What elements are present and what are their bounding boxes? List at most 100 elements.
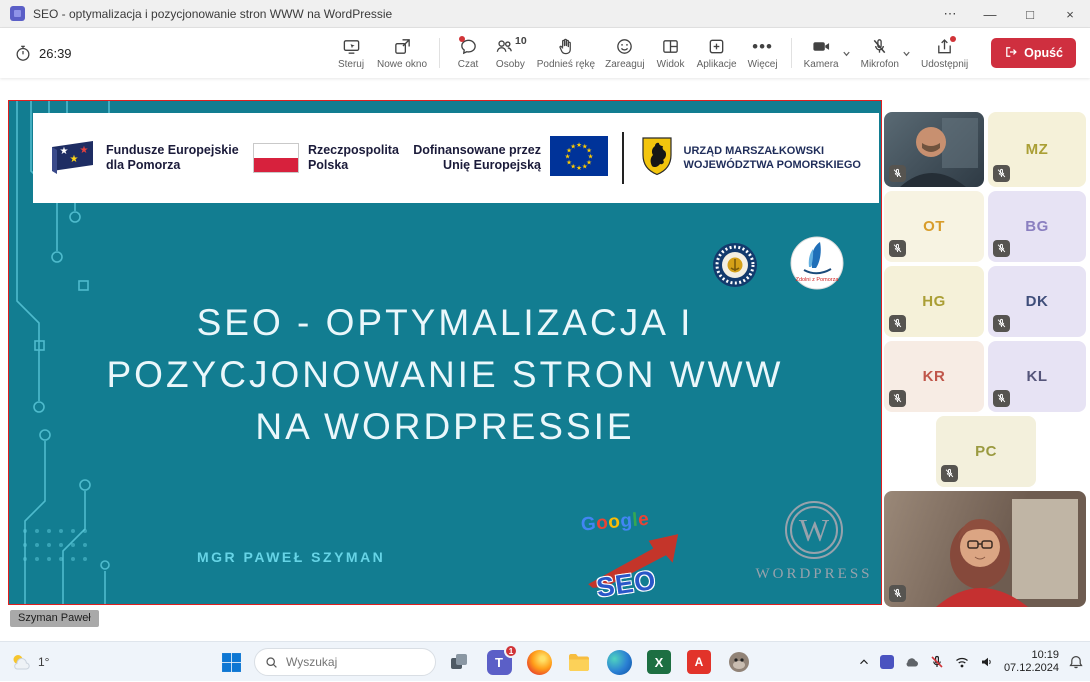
search-input[interactable]: [286, 655, 406, 669]
apps-label: Aplikacje: [697, 59, 737, 70]
taskbar-app-gimp[interactable]: [722, 645, 756, 679]
taskbar-app-acrobat[interactable]: A: [682, 645, 716, 679]
start-button[interactable]: [214, 645, 248, 679]
hidden-icons-chevron[interactable]: [857, 655, 871, 669]
window-titlebar[interactable]: SEO - optymalizacja i pozycjonowanie str…: [0, 0, 1090, 28]
view-button[interactable]: Widok: [650, 30, 692, 76]
google-seo-graphic: Google SEO: [580, 504, 713, 605]
windows-taskbar: 1° T 1: [0, 641, 1090, 681]
participant-tile[interactable]: BG: [988, 191, 1086, 262]
people-icon: [494, 37, 513, 56]
tray-mic-muted-icon[interactable]: [929, 654, 945, 670]
wifi-icon[interactable]: [954, 654, 970, 670]
sail-program-logo: Zdolni z Pomorza: [789, 235, 845, 296]
taskbar-clock[interactable]: 10:19 07.12.2024: [1004, 649, 1059, 675]
funding-text-line2: Unię Europejską: [413, 158, 541, 173]
mic-muted-badge: [993, 165, 1010, 182]
participant-tile[interactable]: KR: [884, 341, 984, 412]
control-button[interactable]: Steruj: [330, 30, 372, 76]
react-button[interactable]: Zareaguj: [600, 30, 649, 76]
apps-plus-icon: [707, 37, 726, 56]
mic-muted-badge: [993, 390, 1010, 407]
poland-text-line2: Polska: [308, 158, 399, 173]
onedrive-icon[interactable]: [903, 654, 920, 670]
mic-muted-badge: [889, 240, 906, 257]
taskbar-app-explorer[interactable]: [562, 645, 596, 679]
window-maximize-button[interactable]: □: [1010, 0, 1050, 28]
mic-muted-badge: [941, 465, 958, 482]
leave-button[interactable]: Opuść: [991, 38, 1076, 68]
participant-tile[interactable]: DK: [988, 266, 1086, 337]
participant-video-woman: [884, 491, 1086, 607]
system-tray: 10:19 07.12.2024: [857, 642, 1084, 682]
view-label: Widok: [657, 59, 685, 70]
share-button[interactable]: Udostępnij: [916, 30, 973, 76]
participant-initials: KL: [1027, 368, 1048, 385]
people-button[interactable]: 10 Osoby: [489, 30, 532, 76]
taskbar-app-excel[interactable]: X: [642, 645, 676, 679]
slide-logo-banner: ★ ★ ★ Fundusze Europejskie dla Pomorza R…: [33, 113, 879, 203]
window-minimize-button[interactable]: —: [970, 0, 1010, 28]
smiley-icon: [615, 37, 634, 56]
svg-text:★: ★: [80, 145, 89, 156]
participant-video-tile[interactable]: [884, 491, 1086, 607]
svg-text:★: ★: [60, 146, 69, 157]
window-more-button[interactable]: ⋯: [930, 0, 970, 28]
weather-widget[interactable]: 1°: [10, 642, 49, 682]
gimp-icon: [727, 650, 751, 674]
participant-tile[interactable]: MZ: [988, 112, 1086, 187]
taskbar-app-teams[interactable]: T 1: [482, 645, 516, 679]
camera-button[interactable]: Kamera: [799, 30, 856, 76]
teams-notification-badge: 1: [504, 644, 518, 658]
microphone-button[interactable]: Mikrofon: [856, 30, 916, 76]
acrobat-icon: A: [687, 650, 711, 674]
taskbar-app-edge[interactable]: [602, 645, 636, 679]
raise-hand-button[interactable]: Podnieś rękę: [532, 30, 600, 76]
volume-icon[interactable]: [979, 654, 995, 670]
wordpress-wordmark: WORDPRESS: [749, 566, 879, 583]
presenter-name-tag: Szyman Paweł: [10, 610, 99, 627]
participant-initials: HG: [922, 293, 946, 310]
taskbar-app-firefox[interactable]: [522, 645, 556, 679]
microphone-chevron-icon[interactable]: [902, 49, 911, 58]
share-screen-icon: [935, 37, 954, 56]
camera-icon: [811, 37, 831, 56]
poland-text-line1: Rzeczpospolita: [308, 143, 399, 158]
mic-muted-badge: [889, 165, 906, 182]
window-close-button[interactable]: ×: [1050, 0, 1090, 28]
participant-tile[interactable]: OT: [884, 191, 984, 262]
slide-title-line1: SEO - OPTYMALIZACJA I: [9, 297, 881, 349]
marshal-text-line2: WOJEWÓDZTWA POMORSKIEGO: [684, 158, 861, 172]
participant-tile[interactable]: PC: [936, 416, 1036, 487]
participant-tile[interactable]: HG: [884, 266, 984, 337]
task-view-icon: [448, 651, 470, 673]
apps-button[interactable]: Aplikacje: [692, 30, 742, 76]
funding-text-line1: Dofinansowane przez: [413, 143, 541, 158]
task-view-button[interactable]: [442, 645, 476, 679]
people-count: 10: [515, 35, 527, 47]
share-label: Udostępnij: [921, 59, 968, 70]
windows-logo-icon: [221, 652, 242, 673]
notifications-bell-icon[interactable]: [1068, 654, 1084, 670]
participant-video-tile[interactable]: [884, 112, 984, 187]
chat-button[interactable]: Czat: [447, 30, 489, 76]
participant-tile[interactable]: KL: [988, 341, 1086, 412]
window-title: SEO - optymalizacja i pozycjonowanie str…: [33, 7, 392, 21]
clock-date: 07.12.2024: [1004, 662, 1059, 675]
eu-funding-block: Dofinansowane przez Unię Europejską ★★★ …: [413, 136, 608, 181]
svg-text:★: ★: [582, 162, 588, 170]
tray-teams-icon[interactable]: [880, 655, 894, 669]
new-window-button[interactable]: Nowe okno: [372, 30, 432, 76]
eu-funds-text-line2: dla Pomorza: [106, 158, 239, 173]
toolbar-separator: [439, 38, 440, 68]
toolbar-buttons: Steruj Nowe okno Czat: [330, 30, 973, 76]
participant-initials: MZ: [1026, 141, 1049, 158]
taskbar-search[interactable]: [254, 648, 436, 676]
more-button[interactable]: ••• Więcej: [742, 30, 784, 76]
svg-text:★: ★: [570, 142, 576, 150]
pop-out-icon: [393, 37, 412, 56]
participant-initials: OT: [923, 218, 945, 235]
camera-chevron-icon[interactable]: [842, 49, 851, 58]
take-control-icon: [342, 37, 361, 56]
more-dots-icon: •••: [752, 37, 773, 56]
